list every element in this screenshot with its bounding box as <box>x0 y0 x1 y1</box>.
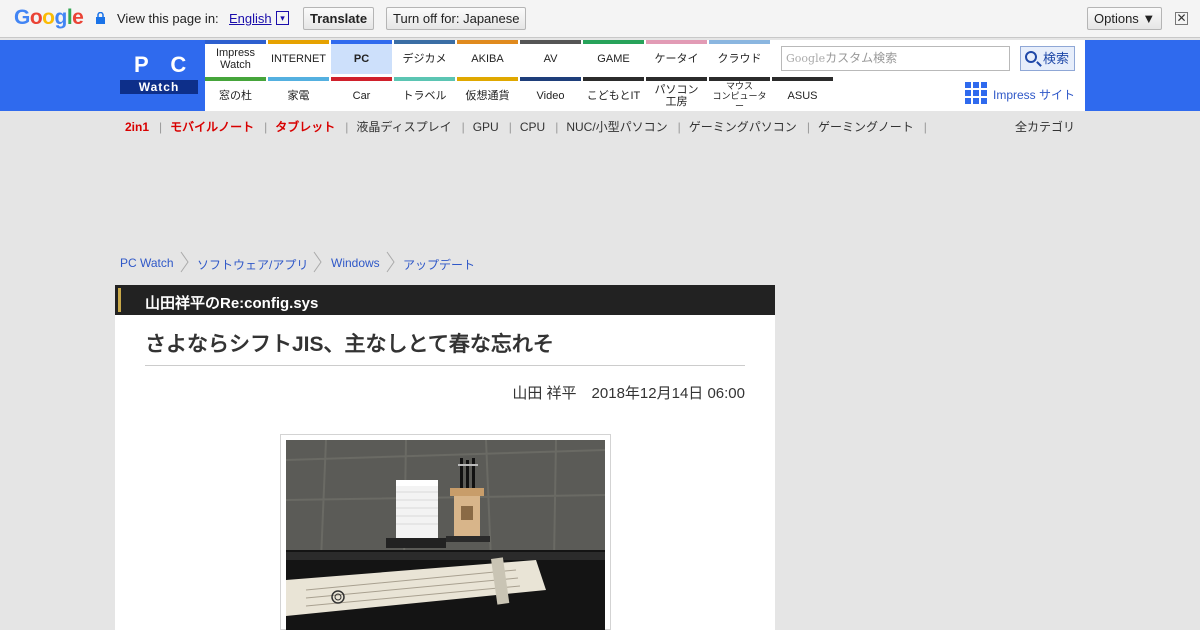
byline: 山田 祥平 2018年12月14日 06:00 <box>512 382 745 403</box>
series-title[interactable]: 山田祥平のRe:config.sys <box>145 292 318 313</box>
nav-item[interactable]: デジカメ <box>394 40 455 74</box>
nav-item[interactable]: 窓の杜 <box>205 77 266 111</box>
search-button[interactable]: 検索 <box>1020 46 1075 71</box>
breadcrumb-item[interactable]: ソフトウェア/アプリ <box>197 256 308 273</box>
subnav-item[interactable]: タブレット <box>275 118 335 135</box>
subnav-item[interactable]: 液晶ディスプレイ <box>356 118 451 135</box>
impress-sites-link[interactable]: Impress サイト <box>993 86 1075 103</box>
author: 山田 祥平 <box>512 385 577 402</box>
nav-item[interactable]: パソコン 工房 <box>646 77 707 111</box>
google-logo: Google <box>14 6 84 29</box>
nav-item[interactable]: PC <box>331 40 392 74</box>
search-placeholder: カスタム検索 <box>825 51 898 65</box>
nav-item[interactable]: トラベル <box>394 77 455 111</box>
subnav-separator: | <box>508 120 512 134</box>
subnav-item[interactable]: NUC/小型パソコン <box>566 118 667 135</box>
search-button-label: 検索 <box>1043 51 1070 66</box>
subnav-item[interactable]: GPU <box>473 120 499 134</box>
options-button[interactable]: Options ▼ <box>1087 7 1163 30</box>
article-photo[interactable] <box>286 440 605 630</box>
nav-item[interactable]: Car <box>331 77 392 111</box>
chevron-right-icon <box>180 251 189 273</box>
subnav-item[interactable]: ゲーミングノート <box>818 118 914 135</box>
series-accent <box>118 288 121 312</box>
language-link[interactable]: English <box>229 11 272 26</box>
nav-item[interactable]: クラウド <box>709 40 770 74</box>
breadcrumb-item[interactable]: PC Watch <box>120 256 174 270</box>
translate-button[interactable]: Translate <box>303 7 375 30</box>
nav-item[interactable]: 家電 <box>268 77 329 111</box>
subnav-item[interactable]: CPU <box>520 120 545 134</box>
nav-item[interactable]: ASUS <box>772 77 833 111</box>
subnav-separator: | <box>461 120 465 134</box>
view-page-text: View this page in: <box>117 11 219 26</box>
category-subnav: 2in1 | モバイルノート | タブレット | 液晶ディスプレイ | GPU | CPU | NUC/… <box>125 118 935 135</box>
subnav-item[interactable]: 2in1 <box>125 120 149 134</box>
nav-item[interactable]: AV <box>520 40 581 74</box>
nav-item[interactable]: GAME <box>583 40 644 74</box>
series-bar: 山田祥平のRe:config.sys <box>115 285 775 315</box>
subnav-separator: | <box>677 120 681 134</box>
breadcrumb-item[interactable]: アップデート <box>403 256 475 273</box>
turn-off-button[interactable]: Turn off for: Japanese <box>386 7 527 30</box>
subnav-separator: | <box>555 120 559 134</box>
search-input[interactable]: Googleカスタム検索 <box>781 46 1010 71</box>
nav-item[interactable]: Impress Watch <box>205 40 266 74</box>
breadcrumb-item[interactable]: Windows <box>331 256 380 270</box>
subnav-separator: | <box>806 120 810 134</box>
search-icon <box>1025 51 1037 63</box>
nav-item[interactable]: マウス コンピューター <box>709 77 770 111</box>
title-divider <box>145 365 745 366</box>
nav-item[interactable]: 仮想通貨 <box>457 77 518 111</box>
nav-item[interactable]: INTERNET <box>268 40 329 74</box>
search-brand: Google <box>786 52 826 65</box>
publish-date: 2018年12月14日 06:00 <box>591 385 745 402</box>
nav-item[interactable]: ケータイ <box>646 40 707 74</box>
subnav-separator: | <box>264 120 268 134</box>
apps-grid-icon[interactable] <box>965 82 988 105</box>
all-categories-link[interactable]: 全カテゴリ <box>1015 118 1075 135</box>
lock-icon <box>96 12 105 24</box>
pc-watch-logo-sub[interactable]: Watch <box>120 80 198 94</box>
article-title: さよならシフトJIS、主なしとて春な忘れそ <box>145 333 554 356</box>
subnav-separator: | <box>159 120 163 134</box>
language-dropdown-icon[interactable]: ▾ <box>276 11 289 25</box>
nav-item[interactable]: こどもとIT <box>583 77 644 111</box>
chevron-right-icon <box>313 251 322 273</box>
subnav-separator: | <box>345 120 349 134</box>
subnav-item[interactable]: ゲーミングパソコン <box>689 118 797 135</box>
nav-item[interactable]: AKIBA <box>457 40 518 74</box>
translate-bar: Google View this page in: English ▾ Tran… <box>0 0 1200 38</box>
subnav-item[interactable]: モバイルノート <box>170 118 254 135</box>
nav-item[interactable]: Video <box>520 77 581 111</box>
photo-illustration <box>286 440 605 630</box>
pc-watch-logo[interactable]: P C <box>134 52 194 78</box>
subnav-separator: | <box>923 120 927 134</box>
chevron-right-icon <box>386 251 395 273</box>
close-icon[interactable]: ✕ <box>1175 12 1188 25</box>
